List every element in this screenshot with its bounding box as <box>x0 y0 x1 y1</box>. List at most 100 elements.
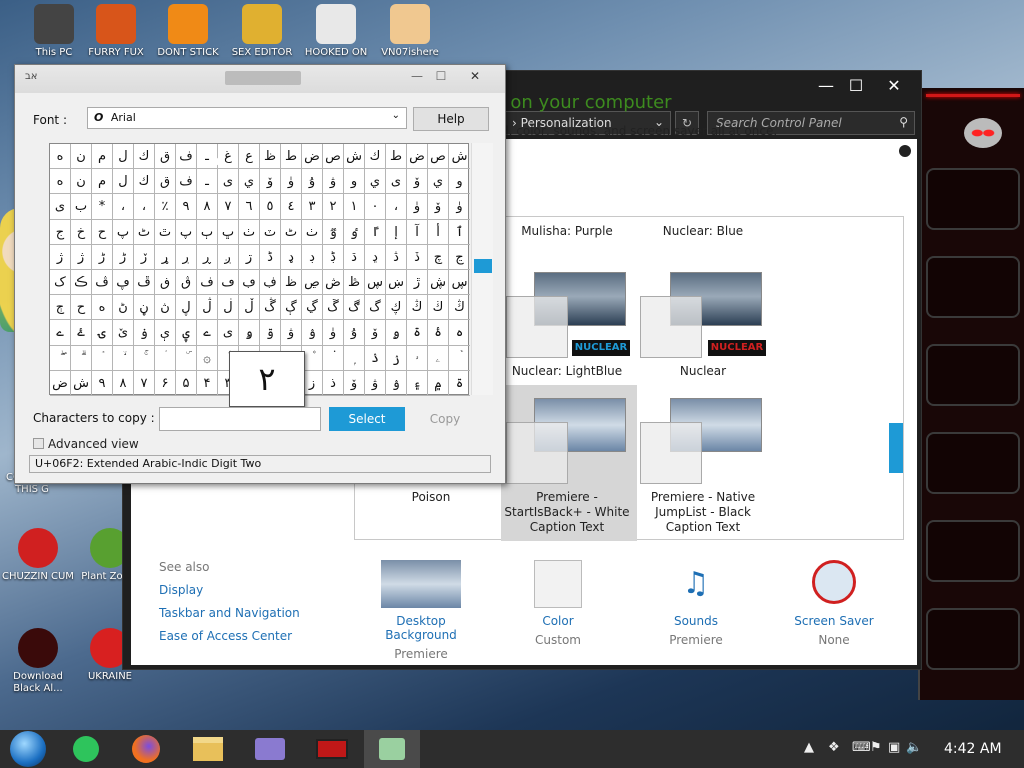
char-cell[interactable]: ڕ <box>197 244 218 270</box>
char-cell[interactable]: ۈ <box>323 320 344 346</box>
flag-icon[interactable]: ⚑ <box>870 740 882 755</box>
char-cell[interactable]: ۑ <box>176 320 197 346</box>
char-cell[interactable]: ۞ <box>197 345 218 371</box>
char-cell[interactable]: ش <box>449 144 470 170</box>
char-cell[interactable]: ك <box>365 144 386 170</box>
grid-scrollbar-thumb[interactable] <box>474 259 492 273</box>
cm-maximize-button[interactable]: ☐ <box>429 69 453 87</box>
maximize-button[interactable]: ☐ <box>841 75 871 97</box>
char-cell[interactable]: ۦ <box>428 345 449 371</box>
char-cell[interactable]: ښ <box>386 269 407 296</box>
char-cell[interactable]: ٹ <box>134 219 155 245</box>
theme-item[interactable]: Nuclear <box>636 364 770 378</box>
char-cell[interactable]: ۆ <box>365 320 386 346</box>
char-cell[interactable]: ۙ <box>113 345 134 371</box>
char-cell[interactable]: ج <box>50 219 71 245</box>
char-cell[interactable]: ۇ <box>344 320 365 346</box>
desktop-icon[interactable]: SEX EDITOR <box>226 4 298 59</box>
grid-scrollbar[interactable] <box>471 143 493 395</box>
char-cell[interactable]: ٠ <box>365 194 386 220</box>
char-cell[interactable]: گ <box>365 295 386 321</box>
char-cell[interactable]: ۊ <box>260 320 281 346</box>
char-cell[interactable]: ڝ <box>302 269 323 296</box>
advanced-view-checkbox[interactable]: Advanced view <box>33 437 139 451</box>
char-cell[interactable]: ق <box>155 144 176 170</box>
char-cell[interactable]: ۆ <box>344 370 365 396</box>
char-cell[interactable]: ٶ <box>344 219 365 245</box>
volume-icon[interactable]: 🔈 <box>906 740 922 755</box>
char-cell[interactable]: ۡ <box>449 346 470 371</box>
char-cell[interactable]: ذ <box>323 370 344 396</box>
char-cell[interactable]: ۍ <box>92 320 113 346</box>
char-cell[interactable]: ڼ <box>134 295 155 321</box>
char-cell[interactable]: ک <box>50 269 71 296</box>
char-cell[interactable]: ڤ <box>92 269 113 296</box>
char-cell[interactable]: ط <box>281 144 302 170</box>
char-cell[interactable]: ه <box>50 144 71 170</box>
char-cell[interactable]: ڛ <box>449 270 470 296</box>
char-cell[interactable]: ڦ <box>134 269 155 296</box>
char-cell[interactable]: ن <box>71 169 92 195</box>
char-cell[interactable]: ۶ <box>155 370 176 396</box>
close-button[interactable]: ✕ <box>879 75 909 97</box>
char-cell[interactable]: ۮ <box>365 345 386 371</box>
char-cell[interactable]: ڥ <box>113 269 134 296</box>
char-cell[interactable]: ٱ <box>449 220 470 245</box>
char-cell[interactable]: ۉ <box>302 320 323 346</box>
char-cell[interactable]: ٤ <box>281 194 302 220</box>
char-cell[interactable]: ٨ <box>197 194 218 220</box>
char-cell[interactable]: ب <box>71 194 92 220</box>
char-cell[interactable]: ڗ <box>239 244 260 270</box>
checkbox-box[interactable] <box>33 438 44 449</box>
char-cell[interactable]: ڽ <box>155 295 176 321</box>
char-cell[interactable]: ډ <box>281 244 302 270</box>
cm-titlebar[interactable]: אב Character Map — ☐ ✕ <box>15 65 505 93</box>
theme-item[interactable]: Nuclear: Blue <box>636 224 770 238</box>
char-cell[interactable]: ڭ <box>407 295 428 321</box>
char-cell[interactable]: إ <box>386 219 407 245</box>
char-cell[interactable]: ، <box>386 194 407 220</box>
char-cell[interactable]: ہ <box>449 320 470 346</box>
char-cell[interactable]: ڛ <box>365 269 386 296</box>
char-cell[interactable]: ۘ <box>92 345 113 371</box>
char-cell[interactable]: ك <box>134 169 155 195</box>
char-cell[interactable]: ڊ <box>302 244 323 270</box>
taskbar-app-alienware[interactable] <box>304 730 360 768</box>
char-cell[interactable]: آ <box>407 219 428 245</box>
char-cell[interactable]: ٦ <box>239 194 260 220</box>
help-icon[interactable] <box>899 145 911 157</box>
char-cell[interactable]: ۇ <box>302 169 323 195</box>
char-cell[interactable]: ض <box>407 144 428 170</box>
tray-app-icon[interactable]: ❖ <box>828 740 840 755</box>
clock[interactable]: 4:42 AM <box>944 741 1002 757</box>
char-cell[interactable]: ٩ <box>176 194 197 220</box>
char-cell[interactable]: ى <box>386 169 407 195</box>
taskbar-app-firefox[interactable] <box>118 730 174 768</box>
char-cell[interactable]: ژ <box>71 244 92 270</box>
char-cell[interactable]: ۆ <box>407 169 428 195</box>
char-cell[interactable]: ۏ <box>134 320 155 346</box>
char-cell[interactable]: ۵ <box>176 370 197 396</box>
char-cell[interactable]: ڨ <box>176 269 197 296</box>
char-cell[interactable]: ڵ <box>239 295 260 321</box>
char-cell[interactable]: ړ <box>155 244 176 270</box>
char-cell[interactable]: ، <box>113 194 134 220</box>
char-cell[interactable]: ن <box>71 144 92 170</box>
char-cell[interactable]: ش <box>344 144 365 170</box>
char-cell[interactable]: چ <box>428 244 449 270</box>
theme-item[interactable]: Premiere - Native JumpList - Black Capti… <box>636 490 770 535</box>
char-cell[interactable]: ڟ <box>344 269 365 296</box>
char-cell[interactable]: ڡ <box>218 269 239 296</box>
char-cell[interactable]: ۆ <box>260 169 281 195</box>
char-cell[interactable]: خ <box>71 219 92 245</box>
char-cell[interactable]: ـ <box>197 169 218 195</box>
char-cell[interactable]: ڸ <box>176 295 197 321</box>
char-cell[interactable]: ۈ <box>281 169 302 195</box>
char-cell[interactable]: ڒ <box>134 244 155 270</box>
char-cell[interactable]: ۷ <box>134 370 155 396</box>
char-cell[interactable]: ۚ <box>134 345 155 371</box>
char-cell[interactable]: ڑ <box>113 244 134 270</box>
sounds-item[interactable]: ♫ Sounds Premiere <box>636 560 756 647</box>
link-ease-of-access[interactable]: Ease of Access Center <box>159 629 292 643</box>
char-cell[interactable]: ڰ <box>344 295 365 321</box>
